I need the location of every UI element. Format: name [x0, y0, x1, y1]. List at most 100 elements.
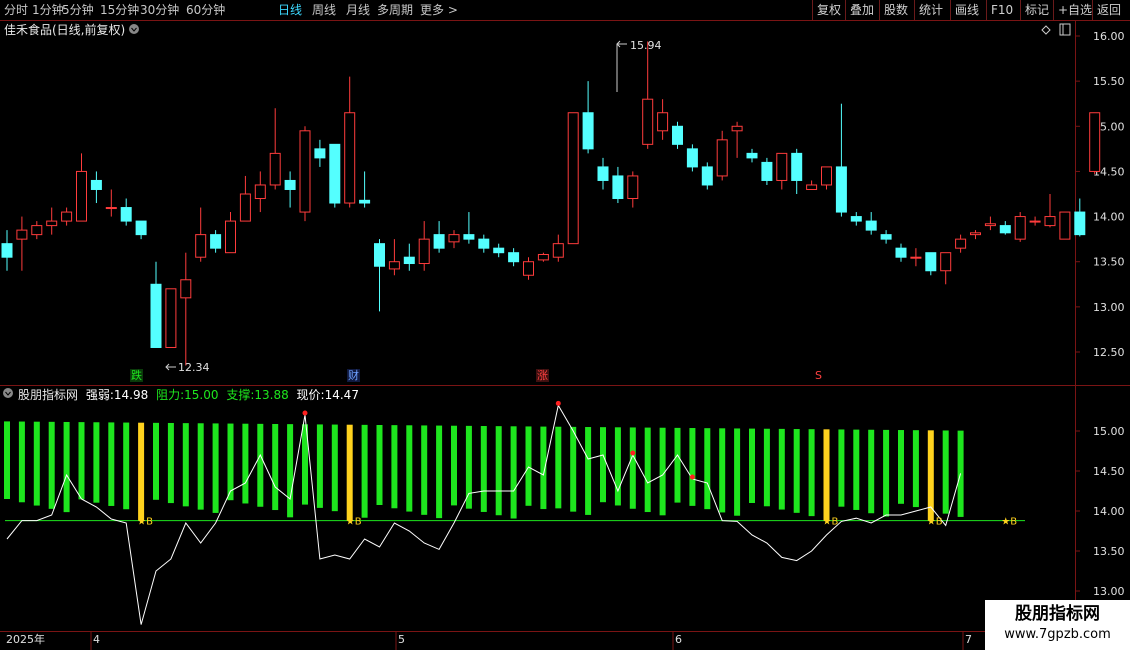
candle-body — [329, 143, 341, 204]
period-tab-10[interactable]: 更多 > — [420, 0, 458, 20]
zhicheng-value: 13.88 — [254, 388, 289, 402]
candle-body — [239, 193, 251, 222]
price-tick-label: 14.00 — [1093, 211, 1125, 224]
toolbar-button-2[interactable]: 股数 — [879, 0, 912, 20]
low-annotation: 12.34 — [165, 361, 210, 374]
candle-body — [1089, 112, 1101, 172]
zhicheng-label: 支撑: — [226, 388, 255, 402]
candle-body — [835, 166, 847, 213]
strength-bar — [555, 426, 562, 509]
strength-bar — [883, 429, 890, 517]
toolbar-button-1[interactable]: 叠加 — [845, 0, 878, 20]
toolbar-button-8[interactable]: 返回 — [1092, 0, 1125, 20]
strength-bar — [227, 423, 234, 501]
xianjia-label: 现价: — [296, 388, 325, 402]
date-axis: 2025年 4 5 6 7 — [6, 632, 972, 650]
buy-star-icon: ★ — [927, 517, 936, 528]
candle-body — [806, 184, 818, 190]
candle-body — [537, 253, 549, 261]
candle-body — [403, 256, 415, 265]
period-tab-5[interactable]: 60分钟 — [186, 0, 225, 20]
event-s-label[interactable]: S — [815, 369, 822, 382]
watermark: 股朋指标网 www.7gpzb.com — [985, 600, 1130, 650]
event-zhang-label[interactable]: 涨 — [536, 369, 549, 382]
strength-bar — [18, 421, 25, 503]
period-tab-6[interactable]: 日线 — [278, 0, 302, 20]
strength-bar — [406, 425, 413, 512]
candlestick-series — [1, 41, 1101, 366]
candle-body — [16, 229, 28, 240]
period-tab-0[interactable]: 分时 — [4, 0, 28, 20]
strength-bar — [242, 423, 249, 504]
period-tab-2[interactable]: 5分钟 — [62, 0, 94, 20]
candle-body — [627, 175, 639, 200]
watermark-title: 股朋指标网 — [1015, 604, 1100, 624]
strength-bar — [33, 421, 40, 506]
period-tab-1[interactable]: 1分钟 — [32, 0, 64, 20]
event-die-label[interactable]: 跌 — [130, 369, 143, 382]
period-toolbar: 分时 1分钟 5分钟 15分钟 30分钟 60分钟 日线 周线 月线 多周期 更多 > 复权 叠加 股数统… — [0, 0, 1130, 21]
period-tab-4[interactable]: 30分钟 — [140, 0, 179, 20]
period-tab-9[interactable]: 多周期 — [377, 0, 413, 20]
strength-bar — [853, 429, 860, 510]
sell-dot-icon — [302, 410, 308, 416]
strength-bar — [763, 428, 770, 507]
toolbar-button-0[interactable]: 复权 — [812, 0, 845, 20]
panel-window-icon[interactable] — [1059, 23, 1071, 36]
indicator-dropdown-icon[interactable] — [3, 388, 13, 398]
candle-body — [448, 234, 460, 243]
high-annotation: 15.94 — [616, 39, 662, 92]
candle-body — [463, 234, 475, 240]
month-label: 7 — [965, 633, 972, 646]
strength-bar — [197, 423, 204, 510]
candle-body — [552, 243, 564, 258]
strength-bar — [465, 425, 472, 509]
candle-body — [657, 112, 669, 132]
candle-body — [776, 152, 788, 181]
strength-bar — [585, 427, 592, 515]
ind-tick-label: 14.00 — [1093, 505, 1125, 518]
event-cai-label[interactable]: 财 — [347, 369, 360, 382]
year-label: 2025年 — [6, 632, 45, 646]
indicator-name[interactable]: 股朋指标网 — [18, 388, 78, 402]
candle-body — [388, 261, 400, 270]
toolbar-button-7[interactable]: +自选 — [1053, 0, 1096, 20]
candle-body — [1029, 220, 1041, 223]
candle-body — [359, 199, 371, 204]
strength-bar — [808, 429, 815, 517]
toolbar-button-5[interactable]: F10 — [986, 0, 1017, 20]
candle-body — [1044, 216, 1056, 227]
strength-bar — [4, 421, 10, 499]
strength-bar — [287, 424, 294, 518]
buy-label: B — [832, 517, 839, 528]
strength-bars — [4, 421, 964, 521]
price-tick-label: 12.50 — [1093, 346, 1125, 359]
period-tab-3[interactable]: 15分钟 — [100, 0, 139, 20]
toolbar-button-3[interactable]: 统计 — [914, 0, 947, 20]
candle-body — [105, 207, 117, 210]
candle-body — [686, 148, 698, 168]
candle-body — [180, 279, 192, 299]
candle-body — [955, 238, 967, 249]
ind-tick-label: 13.50 — [1093, 545, 1125, 558]
qiangruo-value: 14.98 — [113, 388, 149, 402]
toolbar-button-4[interactable]: 画线 — [950, 0, 983, 20]
toolbar-button-6[interactable]: 标记 — [1020, 0, 1053, 20]
strength-bar — [436, 425, 443, 519]
candle-body — [567, 112, 579, 245]
candle-body — [61, 211, 73, 222]
price-tick-label: 16.00 — [1093, 30, 1125, 43]
xianjia-value: 14.47 — [324, 388, 359, 402]
strength-bar — [451, 425, 457, 506]
strength-bar — [361, 424, 368, 518]
diamond-icon[interactable] — [1041, 25, 1051, 35]
period-tab-7[interactable]: 周线 — [312, 0, 336, 20]
strength-bar — [510, 426, 517, 519]
strength-bar — [689, 428, 696, 506]
buy-star-icon: ★ — [346, 517, 355, 528]
low-price-label: 12.34 — [178, 361, 210, 374]
period-tab-8[interactable]: 月线 — [346, 0, 370, 20]
buy-star-icon: ★ — [1001, 517, 1010, 528]
candle-body — [1074, 211, 1086, 236]
dropdown-circle-icon[interactable] — [129, 24, 139, 34]
